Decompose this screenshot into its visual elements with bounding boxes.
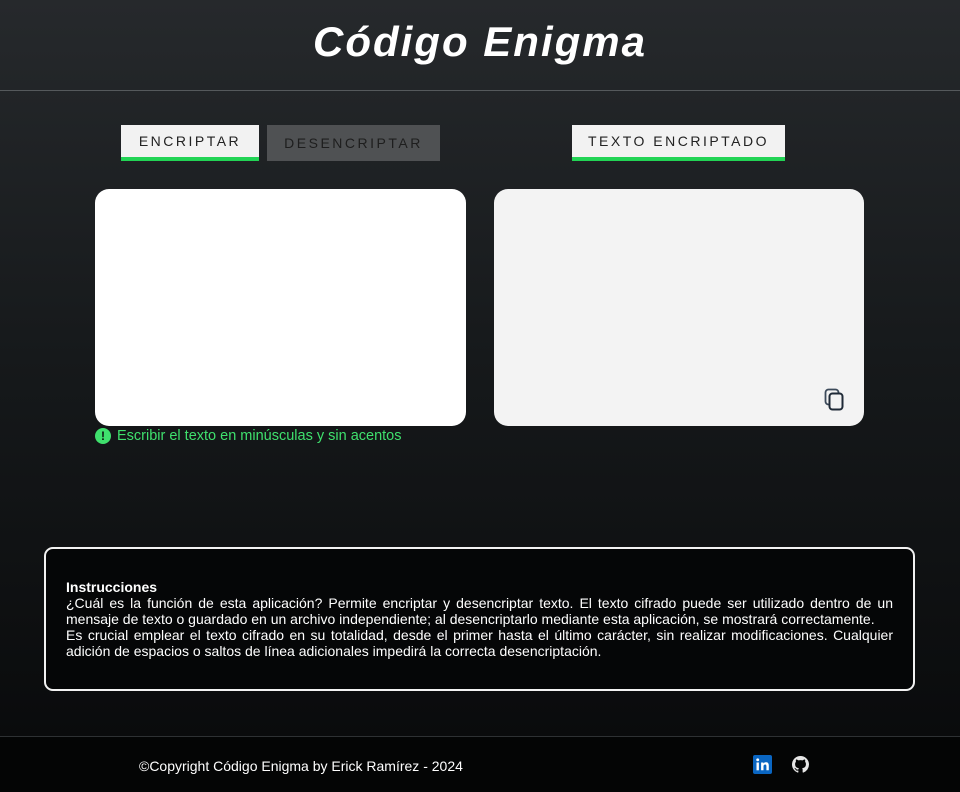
footer: ©Copyright Código Enigma by Erick Ramíre… [0, 736, 960, 792]
input-panel [95, 189, 466, 426]
instructions-paragraph-2: Es crucial emplear el texto cifrado en s… [66, 627, 893, 659]
page-title: Código Enigma [313, 18, 647, 65]
instructions-heading: Instrucciones [66, 579, 158, 595]
header: Código Enigma [0, 0, 960, 91]
instructions-box: Instrucciones ¿Cuál es la función de est… [44, 547, 915, 691]
copy-icon[interactable] [824, 388, 846, 412]
alert-icon: ! [95, 428, 111, 444]
copyright-text: ©Copyright Código Enigma by Erick Ramíre… [139, 758, 463, 774]
tab-encrypt[interactable]: ENCRIPTAR [121, 125, 259, 161]
linkedin-icon[interactable] [753, 755, 772, 774]
tab-encrypted-text[interactable]: TEXTO ENCRIPTADO [572, 125, 785, 161]
hint-message: ! Escribir el texto en minúsculas y sin … [95, 428, 402, 444]
hint-text: Escribir el texto en minúsculas y sin ac… [117, 428, 402, 444]
tab-decrypt[interactable]: DESENCRIPTAR [267, 125, 440, 161]
github-icon[interactable] [792, 756, 809, 773]
output-panel [494, 189, 864, 426]
instructions-paragraph-1: ¿Cuál es la función de esta aplicación? … [66, 595, 893, 627]
text-input[interactable] [95, 189, 466, 426]
